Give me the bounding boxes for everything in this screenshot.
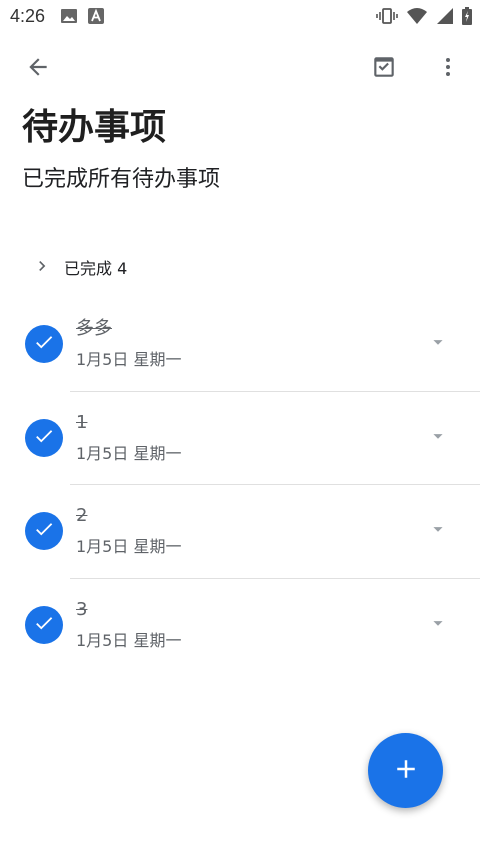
- arrow-drop-down-icon: [427, 331, 449, 357]
- image-icon: [60, 8, 78, 28]
- back-button[interactable]: [14, 45, 62, 93]
- check-icon: [33, 612, 55, 638]
- vibrate-icon: [376, 7, 398, 29]
- task-expand-button[interactable]: [424, 519, 452, 543]
- task-checkbox[interactable]: [25, 325, 63, 363]
- arrow-drop-down-icon: [427, 518, 449, 544]
- task-date: 1月5日 星期一: [76, 443, 182, 463]
- more-vert-icon: [436, 55, 460, 83]
- task-title: 3: [76, 598, 88, 620]
- task-done-icon: [371, 54, 397, 84]
- more-options-button[interactable]: [424, 45, 472, 93]
- task-date: 1月5日 星期一: [76, 537, 182, 556]
- arrow-drop-down-icon: [427, 612, 449, 638]
- battery-icon: [462, 7, 472, 29]
- task-title: 多多: [76, 318, 112, 339]
- check-icon: [33, 425, 55, 451]
- completed-section-label: 已完成 4: [64, 259, 128, 278]
- mark-list-done-button[interactable]: [360, 45, 408, 93]
- task-item[interactable]: 2 1月5日 星期一: [0, 485, 480, 579]
- task-title: 1: [76, 411, 88, 433]
- chevron-right-icon: [32, 256, 52, 276]
- task-checkbox[interactable]: [25, 418, 63, 457]
- status-time: 4:26: [10, 6, 46, 26]
- arrow-drop-down-icon: [427, 425, 449, 451]
- page-title: 待办事项: [22, 107, 167, 148]
- task-expand-button[interactable]: [424, 332, 452, 356]
- status-bar: 4:26: [0, 0, 480, 34]
- task-date: 1月5日 星期一: [76, 350, 182, 369]
- signal-icon: [436, 7, 454, 29]
- task-checkbox[interactable]: [25, 605, 63, 644]
- task-expand-button[interactable]: [424, 426, 452, 450]
- task-expand-button[interactable]: [424, 613, 452, 637]
- completed-task-list: 多多 1月5日 星期一 1 1月5日 星期一 2 1月5日 星期一 3 1月5日…: [0, 298, 480, 672]
- task-title: 2: [76, 505, 88, 526]
- add-task-button[interactable]: [368, 733, 443, 808]
- app-a-icon: [88, 8, 104, 28]
- completed-section-toggle[interactable]: 已完成 4: [0, 246, 480, 286]
- check-icon: [33, 518, 55, 544]
- task-checkbox[interactable]: [25, 512, 63, 550]
- task-item[interactable]: 3 1月5日 星期一: [0, 579, 480, 673]
- task-date: 1月5日 星期一: [76, 630, 182, 650]
- page-subtitle: 已完成所有待办事项: [22, 167, 221, 192]
- top-app-bar: [0, 40, 480, 98]
- wifi-icon: [406, 7, 428, 29]
- check-icon: [33, 331, 55, 357]
- task-item[interactable]: 多多 1月5日 星期一: [0, 298, 480, 392]
- task-item[interactable]: 1 1月5日 星期一: [0, 392, 480, 485]
- arrow-back-icon: [25, 54, 51, 84]
- plus-icon: [391, 754, 421, 788]
